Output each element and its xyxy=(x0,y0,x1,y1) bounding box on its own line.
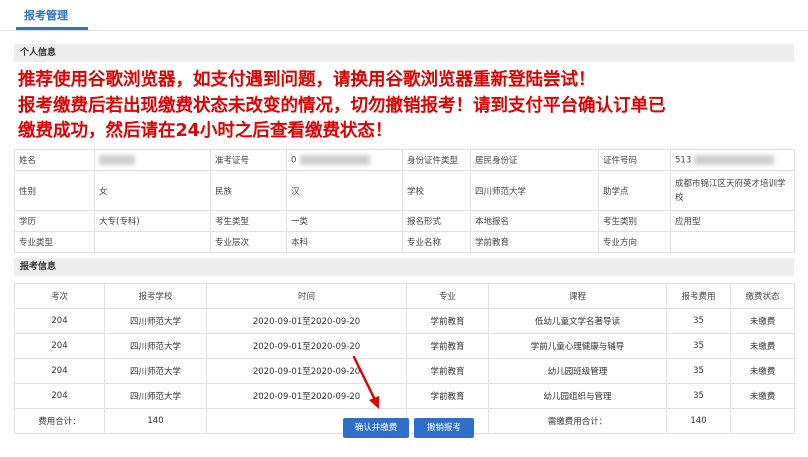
info-label-study-center: 助学点 xyxy=(598,170,671,211)
info-value-name xyxy=(94,149,211,171)
tab-registration-management[interactable]: 报考管理 xyxy=(24,7,68,23)
total-label: 费用合计： xyxy=(14,408,105,434)
info-row-3: 学历 大专(专科) 考生类型 一类 报名形式 本地报名 考生类别 应用型 xyxy=(14,210,795,232)
info-label-reg-form: 报名形式 xyxy=(402,210,471,232)
table-row: 204 四川师范大学 2020-09-01至2020-09-20 学前教育 幼儿… xyxy=(14,383,795,409)
personal-info-table: 姓名 准考证号 0 身份证件类型 居民身份证 证件号码 513 性别 女 民族 … xyxy=(14,149,795,253)
registration-info-header: 报考信息 xyxy=(14,258,794,276)
cell-fee: 35 xyxy=(666,333,731,359)
col-major: 专业 xyxy=(406,283,489,309)
notice-line-1: 推荐使用谷歌浏览器，如支付遇到问题，请换用谷歌浏览器重新登陆尝试！ xyxy=(18,70,596,90)
col-school: 报考学校 xyxy=(104,283,207,309)
personal-info-header: 个人信息 xyxy=(14,44,794,62)
table-row: 204 四川师范大学 2020-09-01至2020-09-20 学前教育 幼儿… xyxy=(14,358,795,384)
cell-pay-status: 未缴费 xyxy=(730,358,795,384)
notice-line-3: 缴费成功，然后请在24小时之后查看缴费状态！ xyxy=(18,121,393,141)
info-row-4: 专业类型 专业层次 本科 专业名称 学前教育 专业方向 xyxy=(14,231,795,253)
cell-school: 四川师范大学 xyxy=(104,383,207,409)
info-value-reg-form: 本地报名 xyxy=(470,210,599,232)
cell-fee: 35 xyxy=(666,308,731,334)
registration-table: 考次 报考学校 时间 专业 课程 报考费用 缴费状态 204 四川师范大学 20… xyxy=(14,283,795,434)
info-value-candidate-type: 一类 xyxy=(286,210,403,232)
info-label-school: 学校 xyxy=(402,170,471,211)
cell-major: 学前教育 xyxy=(406,383,489,409)
info-value-education: 大专(专科) xyxy=(94,210,211,232)
info-row-1: 姓名 准考证号 0 身份证件类型 居民身份证 证件号码 513 xyxy=(14,149,795,171)
cell-major: 学前教育 xyxy=(406,358,489,384)
cell-pay-status: 未缴费 xyxy=(730,308,795,334)
cell-course: 低幼儿童文学名著导读 xyxy=(488,308,667,334)
cell-exam-session: 204 xyxy=(14,333,105,359)
info-row-2: 性别 女 民族 汉 学校 四川师范大学 助学点 成都市锦江区天府英才培训学校 xyxy=(14,170,795,211)
tab-bar: 报考管理 xyxy=(0,0,808,31)
cell-school: 四川师范大学 xyxy=(104,358,207,384)
cell-time: 2020-09-01至2020-09-20 xyxy=(206,308,407,334)
col-fee: 报考费用 xyxy=(666,283,731,309)
redacted-name xyxy=(99,154,135,165)
cell-course: 幼儿园组织与管理 xyxy=(488,383,667,409)
registration-header-row: 考次 报考学校 时间 专业 课程 报考费用 缴费状态 xyxy=(14,283,795,309)
cell-school: 四川师范大学 xyxy=(104,333,207,359)
info-label-major-name: 专业名称 xyxy=(402,231,471,253)
info-value-candidate-category: 应用型 xyxy=(670,210,795,232)
info-label-major-direction: 专业方向 xyxy=(598,231,671,253)
total-empty xyxy=(730,408,795,434)
info-label-major-level: 专业层次 xyxy=(210,231,287,253)
col-exam-session: 考次 xyxy=(14,283,105,309)
red-arrow-icon xyxy=(352,355,379,409)
info-label-major-type: 专业类型 xyxy=(14,231,95,253)
info-label-education: 学历 xyxy=(14,210,95,232)
redacted-idnumber xyxy=(694,154,775,165)
info-label-candidate-type: 考生类型 xyxy=(210,210,287,232)
info-value-major-direction xyxy=(670,231,795,253)
cell-exam-session: 204 xyxy=(14,308,105,334)
cell-major: 学前教育 xyxy=(406,308,489,334)
cell-major: 学前教育 xyxy=(406,333,489,359)
info-label-candidate-category: 考生类别 xyxy=(598,210,671,232)
info-label-name: 姓名 xyxy=(14,149,95,171)
cell-course: 学前儿童心理健康与辅导 xyxy=(488,333,667,359)
info-value-gender: 女 xyxy=(94,170,211,211)
due-value: 140 xyxy=(666,408,731,434)
redacted-ticket xyxy=(300,154,371,165)
due-label: 需缴费用合计： xyxy=(488,408,667,434)
info-label-idnumber: 证件号码 xyxy=(598,149,671,171)
cell-pay-status: 未缴费 xyxy=(730,383,795,409)
cell-exam-session: 204 xyxy=(14,358,105,384)
info-label-gender: 性别 xyxy=(14,170,95,211)
notice-line-2: 报考缴费后若出现缴费状态未改变的情况，切勿撤销报考！请到支付平台确认订单已 xyxy=(18,96,666,116)
info-value-ticket: 0 xyxy=(286,149,403,171)
cell-school: 四川师范大学 xyxy=(104,308,207,334)
total-value: 140 xyxy=(104,408,207,434)
info-value-ethnicity: 汉 xyxy=(286,170,403,211)
info-label-idtype: 身份证件类型 xyxy=(402,149,471,171)
cell-pay-status: 未缴费 xyxy=(730,333,795,359)
col-time: 时间 xyxy=(206,283,407,309)
info-value-idtype: 居民身份证 xyxy=(470,149,599,171)
info-value-idnumber: 513 xyxy=(670,149,795,171)
cell-course: 幼儿园班级管理 xyxy=(488,358,667,384)
info-value-school: 四川师范大学 xyxy=(470,170,599,211)
cell-fee: 35 xyxy=(666,358,731,384)
info-value-major-level: 本科 xyxy=(286,231,403,253)
confirm-pay-button[interactable]: 确认并缴费 xyxy=(343,418,409,438)
info-value-major-name: 学前教育 xyxy=(470,231,599,253)
cell-exam-session: 204 xyxy=(14,383,105,409)
info-label-ethnicity: 民族 xyxy=(210,170,287,211)
info-value-study-center: 成都市锦江区天府英才培训学校 xyxy=(670,170,795,211)
table-row: 204 四川师范大学 2020-09-01至2020-09-20 学前教育 低幼… xyxy=(14,308,795,334)
cell-fee: 35 xyxy=(666,383,731,409)
table-row: 204 四川师范大学 2020-09-01至2020-09-20 学前教育 学前… xyxy=(14,333,795,359)
tab-active-indicator xyxy=(16,27,88,30)
col-pay-status: 缴费状态 xyxy=(730,283,795,309)
info-label-ticket: 准考证号 xyxy=(210,149,287,171)
cancel-registration-button[interactable]: 撤销报考 xyxy=(414,418,474,438)
info-value-major-type xyxy=(94,231,211,253)
col-course: 课程 xyxy=(488,283,667,309)
